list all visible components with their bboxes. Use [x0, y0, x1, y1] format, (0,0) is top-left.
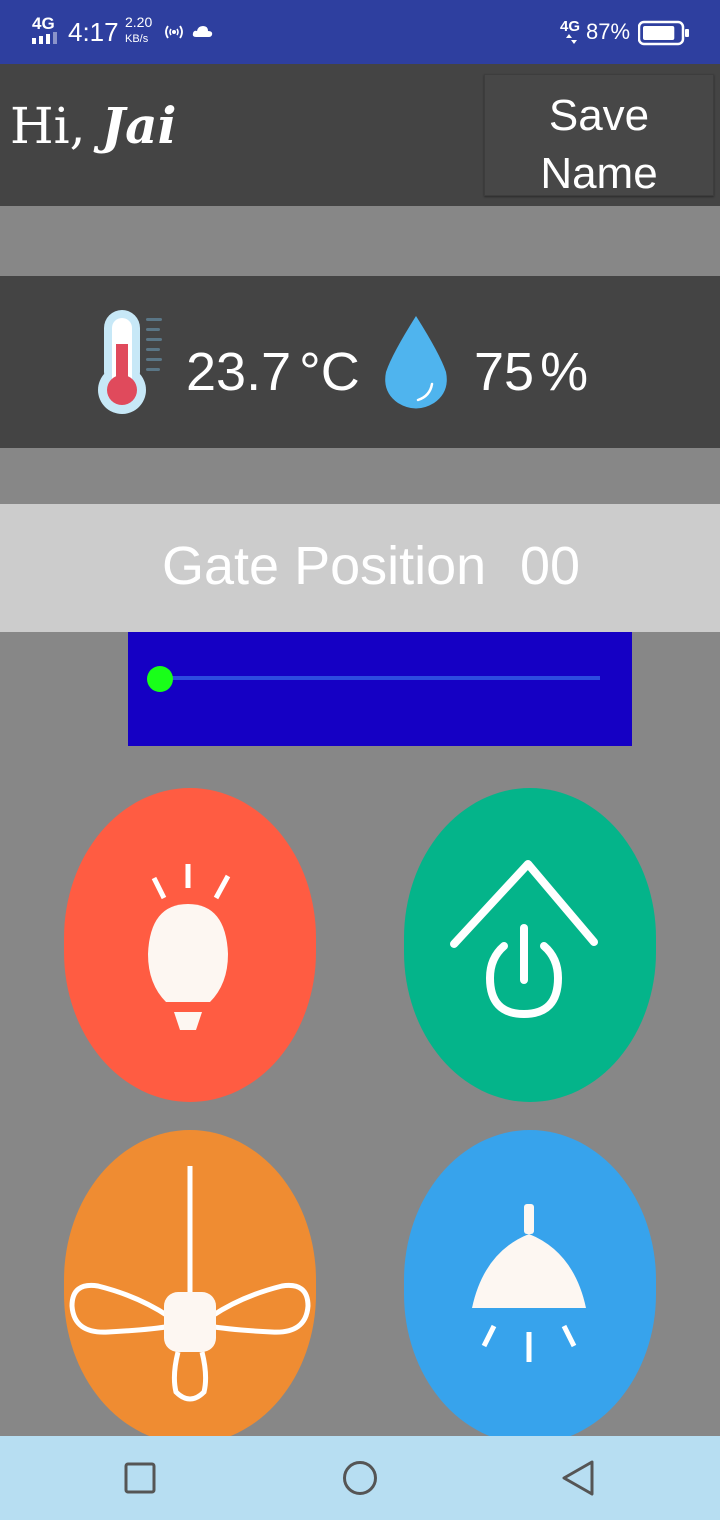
temperature-reading: 23.7 °C	[186, 342, 360, 402]
greeting-text: Hi,	[10, 97, 86, 155]
thermometer-icon	[98, 310, 162, 414]
home-power-tile-button[interactable]	[404, 788, 656, 1102]
pendant-lamp-icon	[472, 1204, 586, 1362]
home-power-icon	[450, 860, 598, 1019]
network-type-right: 4G	[560, 18, 581, 35]
hotspot-icon	[165, 25, 183, 39]
humidity-reading: 75%	[474, 342, 588, 402]
temperature-value: 23.7	[186, 342, 292, 402]
cloud-icon	[192, 26, 213, 37]
network-speed-unit: KB/s	[125, 33, 149, 45]
lamp-tile-button[interactable]	[404, 1130, 656, 1444]
battery-icon	[638, 20, 689, 46]
status-bar: 4G 4:17 2.20 KB/s 4G 87%	[0, 0, 720, 64]
save-button-label-line2: Name	[540, 149, 658, 196]
water-drop-icon	[385, 316, 447, 409]
humidity-value: 75	[474, 342, 535, 402]
network-type: 4G	[32, 14, 55, 33]
back-icon[interactable]	[560, 1460, 596, 1496]
home-icon[interactable]	[342, 1460, 378, 1496]
navigation-bar	[0, 1436, 720, 1520]
fan-tile-button[interactable]	[64, 1130, 316, 1444]
gate-position-label: Gate Position	[162, 536, 487, 596]
recent-apps-icon[interactable]	[124, 1462, 156, 1494]
signal-icon	[32, 32, 57, 44]
network-speed-value: 2.20	[125, 14, 153, 30]
ceiling-fan-icon	[69, 1166, 311, 1402]
light-bulb-icon	[148, 864, 231, 1030]
greeting: Hi, Jai	[10, 86, 176, 166]
gate-slider-panel	[128, 632, 632, 746]
temperature-unit: °C	[299, 342, 360, 402]
gate-slider-track[interactable]	[160, 676, 600, 680]
user-name: Jai	[101, 96, 177, 155]
data-transfer-icon	[566, 34, 577, 44]
light-tile-button[interactable]	[64, 788, 316, 1102]
save-button-label-line1: Save	[548, 91, 650, 140]
gate-position-value: 00	[520, 536, 581, 596]
gate-slider-thumb[interactable]	[147, 666, 173, 692]
save-name-button[interactable]: Save Name	[484, 74, 714, 196]
clock: 4:17	[68, 17, 119, 47]
humidity-unit: %	[540, 342, 589, 402]
battery-percent: 87%	[586, 19, 631, 44]
